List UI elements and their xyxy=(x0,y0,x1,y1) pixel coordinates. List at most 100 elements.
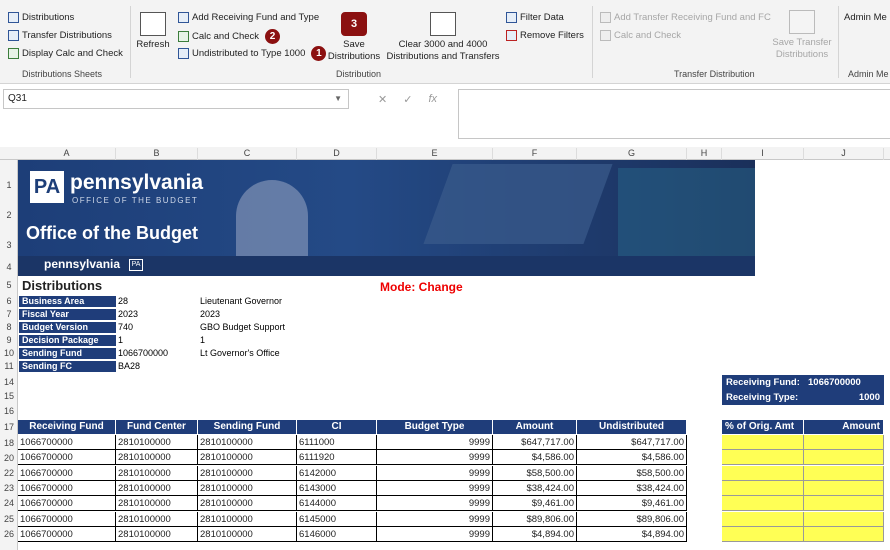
remove-filters-button[interactable]: Remove Filters xyxy=(506,30,584,41)
transfer-calc-check-button[interactable]: Calc and Check xyxy=(600,30,681,41)
table-cell[interactable]: $89,806.00 xyxy=(493,511,577,527)
allocation-input-cell[interactable] xyxy=(722,526,804,542)
row-header[interactable]: 8 xyxy=(0,322,18,332)
table-cell[interactable]: $9,461.00 xyxy=(493,496,577,512)
col-head-budget-type[interactable]: Budget Type xyxy=(377,420,493,434)
table-cell[interactable]: 1066700000 xyxy=(18,496,116,512)
confirm-icon[interactable]: ✓ xyxy=(403,93,412,106)
table-cell[interactable]: 2810100000 xyxy=(116,465,198,481)
table-cell[interactable]: $4,894.00 xyxy=(493,526,577,542)
col-header[interactable]: D xyxy=(297,148,377,160)
row-header[interactable]: 6 xyxy=(0,296,18,306)
filter-data-button[interactable]: Filter Data xyxy=(506,12,564,23)
col-head-fund-center[interactable]: Fund Center xyxy=(116,420,198,434)
save-transfer-button[interactable]: Save Transfer Distributions xyxy=(770,10,834,61)
table-cell[interactable]: 2810100000 xyxy=(198,526,297,542)
save-distributions-button[interactable]: 3 Save Distributions xyxy=(326,12,382,63)
table-cell[interactable]: 2810100000 xyxy=(116,450,198,466)
field-value[interactable]: 28 xyxy=(118,296,128,307)
cancel-icon[interactable]: ✕ xyxy=(378,93,387,106)
field-value[interactable]: 1 xyxy=(118,335,123,346)
col-header[interactable]: F xyxy=(493,148,577,160)
table-cell[interactable]: $89,806.00 xyxy=(577,511,687,527)
row-header[interactable]: 5 xyxy=(0,280,18,290)
allocation-input-cell[interactable] xyxy=(804,450,884,466)
allocation-input-cell[interactable] xyxy=(804,511,884,527)
chevron-down-icon[interactable]: ▼ xyxy=(334,94,342,103)
row-header[interactable]: 24 xyxy=(0,498,18,508)
table-cell[interactable]: 6111000 xyxy=(297,435,377,450)
table-cell[interactable]: 6143000 xyxy=(297,480,377,496)
allocation-input-cell[interactable] xyxy=(722,511,804,527)
row-header[interactable]: 7 xyxy=(0,309,18,319)
row-header[interactable]: 9 xyxy=(0,335,18,345)
allocation-input-cell[interactable] xyxy=(804,465,884,481)
col-head-alloc-amount[interactable]: Amount xyxy=(804,420,884,434)
table-cell[interactable]: $38,424.00 xyxy=(493,480,577,496)
add-transfer-fund-button[interactable]: Add Transfer Receiving Fund and FC xyxy=(600,12,771,23)
table-cell[interactable]: 1066700000 xyxy=(18,435,116,450)
allocation-input-cell[interactable] xyxy=(804,480,884,496)
col-header[interactable]: C xyxy=(198,148,297,160)
table-cell[interactable]: 6146000 xyxy=(297,526,377,542)
col-head-sending-fund-center[interactable]: Sending Fund Center xyxy=(198,420,297,446)
table-cell[interactable]: 2810100000 xyxy=(116,526,198,542)
row-header[interactable]: 11 xyxy=(0,361,18,371)
row-header[interactable]: 3 xyxy=(0,240,18,250)
row-header[interactable]: 14 xyxy=(0,377,18,387)
allocation-input-cell[interactable] xyxy=(804,526,884,542)
undistributed-button[interactable]: Undistributed to Type 1000 1 xyxy=(178,46,327,61)
table-cell[interactable]: 2810100000 xyxy=(116,511,198,527)
col-header[interactable]: B xyxy=(116,148,198,160)
table-cell[interactable]: $58,500.00 xyxy=(493,465,577,481)
table-cell[interactable]: 9999 xyxy=(377,480,493,496)
table-cell[interactable]: 2810100000 xyxy=(198,511,297,527)
add-receiving-fund-button[interactable]: Add Receiving Fund and Type xyxy=(178,12,319,23)
row-header[interactable]: 25 xyxy=(0,514,18,524)
col-head-pct-orig[interactable]: % of Orig. Amt xyxy=(722,420,804,434)
col-header[interactable]: J xyxy=(804,148,884,160)
field-value[interactable]: 1066700000 xyxy=(118,348,168,359)
display-calc-check-button[interactable]: Display Calc and Check xyxy=(8,48,123,59)
table-cell[interactable]: $4,586.00 xyxy=(493,450,577,466)
table-cell[interactable]: 1066700000 xyxy=(18,450,116,466)
table-cell[interactable]: 2810100000 xyxy=(116,496,198,512)
table-cell[interactable]: 6145000 xyxy=(297,511,377,527)
table-cell[interactable]: 2810100000 xyxy=(116,435,198,450)
allocation-input-cell[interactable] xyxy=(722,450,804,466)
field-value[interactable]: BA28 xyxy=(118,361,140,372)
row-header[interactable]: 1 xyxy=(0,180,18,190)
col-head-undistributed[interactable]: Undistributed xyxy=(577,420,687,434)
table-cell[interactable]: 1066700000 xyxy=(18,511,116,527)
table-cell[interactable]: 6111920 xyxy=(297,450,377,466)
field-value[interactable]: 740 xyxy=(118,322,133,333)
table-cell[interactable]: 6142000 xyxy=(297,465,377,481)
col-head-receiving-fund[interactable]: Receiving Fund xyxy=(18,420,116,434)
row-header[interactable]: 22 xyxy=(0,468,18,478)
allocation-input-cell[interactable] xyxy=(804,496,884,512)
row-header[interactable]: 18 xyxy=(0,438,18,448)
table-cell[interactable]: 2810100000 xyxy=(198,450,297,466)
fx-icon[interactable]: fx xyxy=(428,93,437,105)
row-header[interactable]: 26 xyxy=(0,529,18,539)
allocation-input-cell[interactable] xyxy=(722,465,804,481)
table-cell[interactable]: 2810100000 xyxy=(198,480,297,496)
col-header[interactable]: G xyxy=(577,148,687,160)
table-cell[interactable]: $38,424.00 xyxy=(577,480,687,496)
table-cell[interactable]: 2810100000 xyxy=(116,480,198,496)
table-cell[interactable]: 2810100000 xyxy=(198,496,297,512)
table-cell[interactable]: $4,894.00 xyxy=(577,526,687,542)
col-head-ci[interactable]: CI xyxy=(297,420,377,434)
table-cell[interactable]: 9999 xyxy=(377,496,493,512)
col-header[interactable]: I xyxy=(722,148,804,160)
field-value[interactable]: 2023 xyxy=(118,309,138,320)
row-header[interactable]: 10 xyxy=(0,348,18,358)
table-cell[interactable]: $9,461.00 xyxy=(577,496,687,512)
admin-menu-button[interactable]: Admin Me xyxy=(844,12,887,23)
name-box[interactable]: Q31 ▼ xyxy=(3,89,349,109)
table-cell[interactable]: 9999 xyxy=(377,450,493,466)
distributions-button[interactable]: Distributions xyxy=(8,12,74,23)
allocation-input-cell[interactable] xyxy=(722,480,804,496)
clear-distributions-button[interactable]: Clear 3000 and 4000 Distributions and Tr… xyxy=(386,12,500,63)
row-header[interactable]: 17 xyxy=(0,422,18,432)
